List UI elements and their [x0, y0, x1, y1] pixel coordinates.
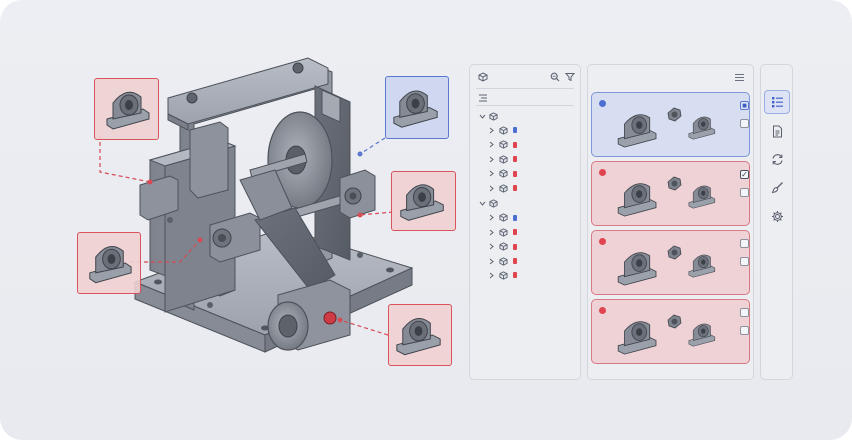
chevron-down-icon[interactable]	[477, 196, 487, 210]
part-icon	[498, 138, 509, 152]
chevron-right-icon[interactable]	[487, 181, 495, 195]
settings-button[interactable]	[764, 204, 790, 228]
bearing-preview-image	[617, 245, 716, 286]
chevron-right-icon[interactable]	[487, 225, 495, 239]
divider	[476, 105, 574, 106]
status-tag	[512, 225, 518, 239]
tree-item-row[interactable]	[470, 167, 580, 181]
tree-item-row[interactable]	[470, 211, 580, 225]
checkbox[interactable]	[740, 257, 749, 266]
status-tag	[512, 240, 518, 254]
pillow-block-bearing-icon	[89, 245, 132, 284]
checkbox[interactable]: ✓	[740, 170, 749, 179]
chevron-right-icon[interactable]	[487, 211, 495, 225]
chevron-right-icon[interactable]	[487, 152, 495, 166]
list-view-icon	[771, 96, 784, 108]
part-icon	[498, 123, 509, 137]
assembly-icon	[488, 196, 499, 210]
bearing-preview-image	[617, 107, 716, 148]
status-tag	[512, 123, 518, 137]
app-window: ■ ✓	[0, 0, 852, 440]
assembly-tree-panel	[469, 64, 581, 380]
bearing-preview-image	[617, 176, 716, 217]
brush-button[interactable]	[764, 175, 790, 199]
result-card[interactable]	[591, 230, 750, 295]
results-list-panel: ■ ✓	[587, 64, 754, 380]
part-icon	[498, 167, 509, 181]
tree-group-row[interactable]	[470, 109, 580, 123]
settings-icon	[771, 210, 784, 223]
tree-item-row[interactable]	[470, 225, 580, 239]
tree-group-row[interactable]	[470, 196, 580, 210]
checkbox[interactable]	[740, 239, 749, 248]
chevron-right-icon[interactable]	[487, 123, 495, 137]
tree-item-row[interactable]	[470, 268, 580, 282]
pillow-block-bearing-icon	[393, 90, 438, 128]
assembly-icon	[488, 109, 499, 123]
status-tag	[512, 138, 518, 152]
result-card[interactable]: ✓	[591, 161, 750, 226]
document-icon	[772, 125, 783, 138]
menu-icon[interactable]	[732, 70, 746, 84]
pillow-block-bearing-icon	[400, 184, 444, 221]
callout-left-bottom[interactable]	[77, 232, 141, 294]
chevron-right-icon[interactable]	[487, 167, 495, 181]
zoom-icon[interactable]	[548, 70, 562, 84]
result-card[interactable]	[591, 299, 750, 364]
status-tag	[512, 211, 518, 225]
status-tag	[512, 167, 518, 181]
tree-item-row[interactable]	[470, 181, 580, 195]
checkbox[interactable]	[740, 326, 749, 335]
chevron-right-icon[interactable]	[487, 268, 495, 282]
tree-item-row[interactable]	[470, 254, 580, 268]
chevron-down-icon[interactable]	[477, 109, 487, 123]
chevron-right-icon[interactable]	[487, 138, 495, 152]
tree-item-row[interactable]	[470, 123, 580, 137]
bearing-preview-image	[617, 314, 716, 355]
collapse-all-icon[interactable]	[476, 92, 490, 104]
sync-icon	[771, 153, 784, 166]
callout-top-right[interactable]	[385, 76, 449, 139]
result-card[interactable]: ■	[591, 92, 750, 157]
checkbox[interactable]	[740, 119, 749, 128]
cube-icon[interactable]	[476, 70, 490, 84]
checkbox[interactable]	[740, 188, 749, 197]
part-icon	[498, 211, 509, 225]
callout-mid-right[interactable]	[391, 171, 456, 231]
tree-item-row[interactable]	[470, 240, 580, 254]
chevron-right-icon[interactable]	[487, 254, 495, 268]
pillow-block-bearing-icon	[106, 91, 150, 130]
callout-bottom-right[interactable]	[388, 304, 452, 366]
part-icon	[498, 181, 509, 195]
checkbox[interactable]	[740, 308, 749, 317]
part-icon	[498, 268, 509, 282]
side-toolbar	[760, 64, 793, 380]
brush-icon	[771, 181, 784, 194]
callout-left-top[interactable]	[94, 78, 159, 140]
part-icon	[498, 225, 509, 239]
list-view-button[interactable]	[764, 90, 790, 114]
sync-button[interactable]	[764, 147, 790, 171]
part-icon	[498, 240, 509, 254]
document-button[interactable]	[764, 119, 790, 143]
tree-item-row[interactable]	[470, 152, 580, 166]
tree-item-row[interactable]	[470, 138, 580, 152]
pillow-block-bearing-icon	[396, 317, 441, 356]
status-tag	[512, 181, 518, 195]
status-tag	[512, 152, 518, 166]
status-tag	[512, 254, 518, 268]
part-icon	[498, 152, 509, 166]
checkbox[interactable]: ■	[740, 101, 749, 110]
filter-icon[interactable]	[563, 70, 577, 84]
part-icon	[498, 254, 509, 268]
status-tag	[512, 268, 518, 282]
divider	[476, 88, 574, 89]
chevron-right-icon[interactable]	[487, 240, 495, 254]
